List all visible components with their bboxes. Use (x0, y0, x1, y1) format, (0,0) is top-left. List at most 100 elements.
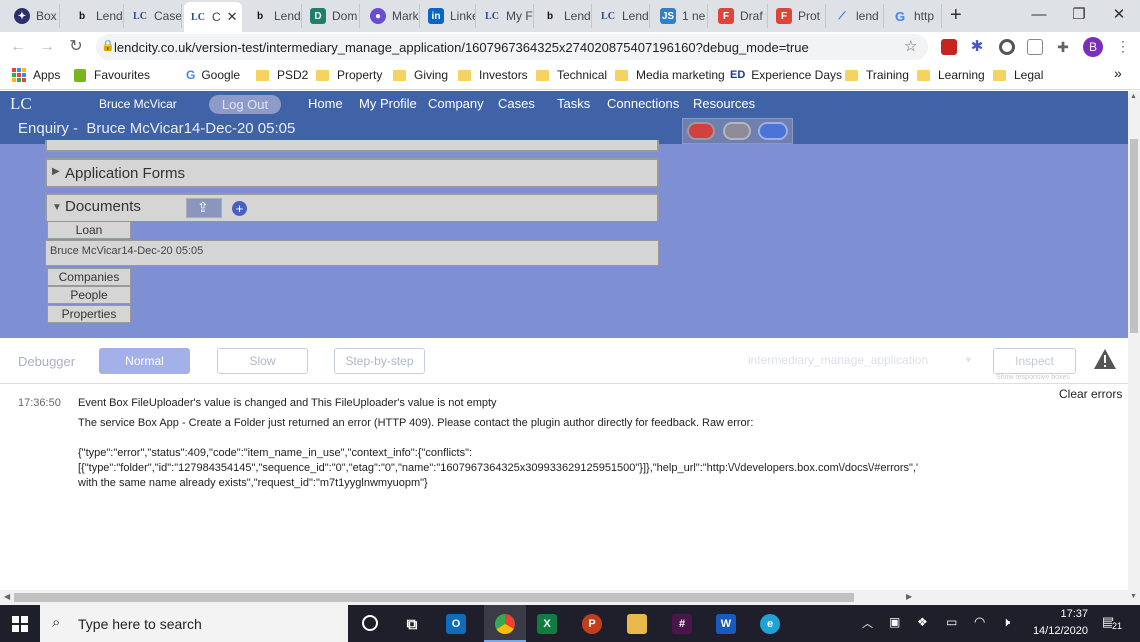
browser-tab[interactable]: F Draf (712, 4, 768, 28)
nav-home[interactable]: Home (308, 96, 343, 111)
bookmark-folder[interactable]: Legal (993, 68, 1043, 82)
browser-tab[interactable]: LC My F (478, 4, 534, 28)
scroll-thumb[interactable] (1130, 139, 1138, 333)
browser-tab[interactable]: ✦ Box (8, 4, 60, 28)
clock-date[interactable]: 14/12/2020 (1022, 625, 1088, 637)
back-icon[interactable]: ← (8, 37, 28, 57)
task-view-icon[interactable]: ⧉ (402, 614, 422, 634)
logout-button[interactable]: Log Out (209, 95, 281, 114)
loan-item[interactable]: Bruce McVicar14-Dec-20 05:05 (45, 240, 659, 266)
warning-icon[interactable] (1093, 348, 1117, 370)
bookmark-folder[interactable]: Training (845, 68, 909, 82)
chat-icon[interactable] (758, 122, 788, 140)
star-icon[interactable]: ☆ (904, 37, 917, 55)
person-icon[interactable] (723, 122, 751, 140)
address-bar[interactable]: 🔒 lendcity.co.uk/version-test/intermedia… (96, 34, 928, 60)
bookmark-folder[interactable]: PSD2 (256, 68, 308, 82)
mode-normal-button[interactable]: Normal (99, 348, 190, 374)
scroll-down-icon[interactable]: ▼ (1130, 593, 1137, 600)
minimize-icon[interactable]: — (1022, 4, 1056, 26)
browser-tab-active[interactable]: LC C ✕ (184, 2, 242, 32)
puzzle-icon[interactable]: ✚ (1055, 39, 1071, 55)
clear-errors-button[interactable]: Clear errors (1059, 387, 1122, 401)
browser-tab[interactable]: Ghttp (886, 4, 942, 28)
inspect-button[interactable]: Inspect (993, 348, 1076, 374)
forward-icon[interactable]: → (37, 37, 57, 57)
cortana-icon[interactable] (362, 615, 378, 631)
nav-company[interactable]: Company (428, 96, 484, 111)
word-icon[interactable]: W (716, 614, 736, 634)
reload-icon[interactable]: ↻ (66, 37, 86, 57)
documents-title[interactable]: Documents (65, 198, 141, 215)
window-close-icon[interactable]: ✕ (1102, 4, 1136, 26)
square-extension-icon[interactable] (1027, 39, 1043, 55)
bookmark-folder[interactable]: Learning (917, 68, 985, 82)
tab-people[interactable]: People (47, 286, 131, 304)
tab-loan[interactable]: Loan (47, 221, 131, 239)
snowflake-icon[interactable]: ✱ (969, 39, 985, 55)
nav-my-profile[interactable]: My Profile (359, 96, 417, 111)
nav-resources[interactable]: Resources (693, 96, 755, 111)
application-forms-panel[interactable]: ▶ Application Forms (45, 158, 659, 188)
app-logo[interactable]: LC (10, 94, 32, 114)
responsive-hint[interactable]: Show responsive boxes (996, 374, 1070, 381)
circle-extension-icon[interactable] (999, 39, 1015, 55)
battery-icon[interactable]: ▭ (946, 615, 957, 629)
browser-tab[interactable]: in Linke (422, 4, 476, 28)
wifi-icon[interactable]: ◠ (974, 614, 985, 630)
bookmark-experience-days[interactable]: ED Experience Days (730, 68, 842, 82)
tab-companies[interactable]: Companies (47, 268, 131, 286)
caret-down-icon[interactable]: ▼ (52, 202, 62, 213)
browser-tab[interactable]: LC Lend (594, 4, 650, 28)
dropbox-icon[interactable]: ❖ (917, 615, 928, 629)
show-hidden-icons[interactable]: ︿ (862, 615, 873, 631)
hscroll-thumb[interactable] (14, 593, 854, 602)
browser-tab[interactable]: LC Case (126, 4, 182, 28)
browser-tab[interactable]: b Lend (68, 4, 124, 28)
file-explorer-icon[interactable] (627, 614, 647, 634)
powerpoint-icon[interactable]: P (582, 614, 602, 634)
browser-tab[interactable]: JS 1 ne (654, 4, 708, 28)
menu-icon[interactable]: ⋮ (1116, 38, 1130, 55)
scroll-up-icon[interactable]: ▲ (1130, 93, 1137, 100)
edge-icon[interactable]: e (760, 614, 780, 634)
bookmark-folder[interactable]: Giving (393, 68, 448, 82)
browser-tab[interactable]: b Lend (536, 4, 592, 28)
upload-button[interactable]: ⇪ (186, 198, 222, 218)
bookmark-apps[interactable]: Apps (12, 68, 60, 82)
nav-connections[interactable]: Connections (607, 96, 679, 111)
windows-start-icon[interactable] (12, 616, 28, 632)
bookmark-folder[interactable]: Property (316, 68, 382, 82)
profile-avatar[interactable]: B (1083, 37, 1103, 57)
bookmark-google[interactable]: G Google (186, 68, 240, 82)
nav-tasks[interactable]: Tasks (557, 96, 590, 111)
element-select[interactable]: intermediary_manage_application ▼ (732, 348, 980, 374)
bookmark-favourites[interactable]: Favourites (74, 68, 150, 82)
bookmarks-more-icon[interactable]: » (1114, 65, 1122, 81)
browser-tab[interactable]: ● Mark (364, 4, 420, 28)
restore-icon[interactable]: ❐ (1062, 4, 1096, 26)
mode-slow-button[interactable]: Slow (217, 348, 308, 374)
mode-step-button[interactable]: Step-by-step (334, 348, 425, 374)
bookmark-folder[interactable]: Media marketing (615, 68, 725, 82)
scroll-right-icon[interactable]: ▶ (906, 592, 912, 601)
vertical-scrollbar[interactable]: ▲ ▼ (1128, 91, 1140, 605)
bookmark-folder[interactable]: Investors (458, 68, 528, 82)
slack-icon[interactable]: # (672, 614, 692, 634)
scroll-left-icon[interactable]: ◀ (4, 592, 10, 601)
browser-tab[interactable]: F Prot (770, 4, 826, 28)
volume-icon[interactable]: 🕨 (1002, 614, 1010, 630)
browser-tab[interactable]: b Lend (246, 4, 302, 28)
new-tab-button[interactable]: + (950, 4, 962, 27)
browser-tab[interactable]: D Dom (304, 4, 360, 28)
outlook-icon[interactable]: O (446, 614, 466, 634)
bookmark-folder[interactable]: Technical (536, 68, 607, 82)
excel-icon[interactable]: X (537, 614, 557, 634)
tray-app-icon[interactable]: ▣ (889, 615, 900, 629)
list-icon[interactable] (687, 122, 715, 140)
taskbar-search[interactable]: ⌕ Type here to search (40, 605, 348, 642)
extension-icon[interactable] (941, 39, 957, 55)
chrome-taskbar-item[interactable] (484, 605, 526, 642)
add-icon[interactable]: + (232, 201, 247, 216)
close-icon[interactable]: ✕ (227, 9, 238, 25)
